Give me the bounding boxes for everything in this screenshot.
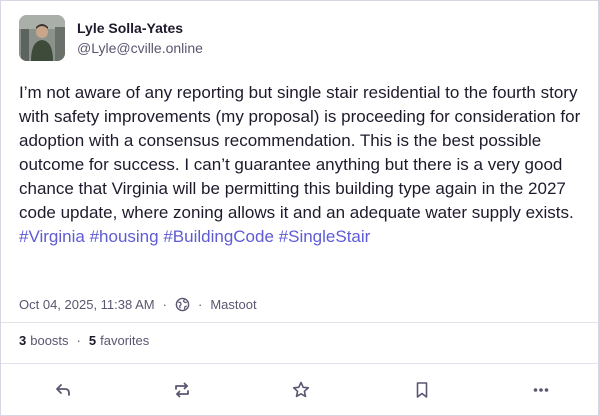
post-card: Lyle Solla-Yates @Lyle@cville.online I’m… xyxy=(0,0,599,416)
avatar-image xyxy=(19,15,65,61)
application-name: Mastoot xyxy=(210,297,257,312)
meta-separator: · xyxy=(162,297,167,312)
divider xyxy=(1,322,599,323)
more-button[interactable] xyxy=(526,375,556,405)
meta-separator-2: · xyxy=(197,297,203,312)
boost-icon xyxy=(175,382,189,398)
author-names: Lyle Solla-Yates @Lyle@cville.online xyxy=(77,19,203,57)
post-header: Lyle Solla-Yates @Lyle@cville.online xyxy=(19,15,203,61)
display-name[interactable]: Lyle Solla-Yates xyxy=(77,19,203,37)
hashtag-buildingcode[interactable]: #BuildingCode xyxy=(163,227,274,246)
hashtag-virginia[interactable]: #Virginia xyxy=(19,227,85,246)
favorites-label[interactable]: favorites xyxy=(100,333,149,348)
favorite-button[interactable] xyxy=(286,375,316,405)
divider-actions xyxy=(1,363,599,364)
post-content: I’m not aware of any reporting but singl… xyxy=(19,81,585,249)
star-icon xyxy=(292,381,310,398)
bookmark-button[interactable] xyxy=(407,375,437,405)
favorites-count[interactable]: 5 xyxy=(89,333,96,348)
reply-icon xyxy=(56,384,70,396)
avatar[interactable] xyxy=(19,15,65,61)
post-text: I’m not aware of any reporting but singl… xyxy=(19,83,581,222)
bookmark-icon xyxy=(416,382,428,398)
more-icon xyxy=(533,388,549,392)
hashtag-housing[interactable]: #housing xyxy=(90,227,159,246)
boost-button[interactable] xyxy=(167,375,197,405)
globe-icon xyxy=(175,297,190,312)
post-counts: 3 boosts · 5 favorites xyxy=(19,333,149,348)
action-bar xyxy=(1,373,599,407)
boosts-count[interactable]: 3 xyxy=(19,333,26,348)
reply-button[interactable] xyxy=(48,375,78,405)
account-handle[interactable]: @Lyle@cville.online xyxy=(77,39,203,57)
post-meta: Oct 04, 2025, 11:38 AM · · Mastoot xyxy=(19,297,257,312)
hashtag-singlestair[interactable]: #SingleStair xyxy=(279,227,371,246)
timestamp[interactable]: Oct 04, 2025, 11:38 AM xyxy=(19,297,155,312)
boosts-label[interactable]: boosts xyxy=(30,333,68,348)
counts-separator: · xyxy=(76,333,81,348)
